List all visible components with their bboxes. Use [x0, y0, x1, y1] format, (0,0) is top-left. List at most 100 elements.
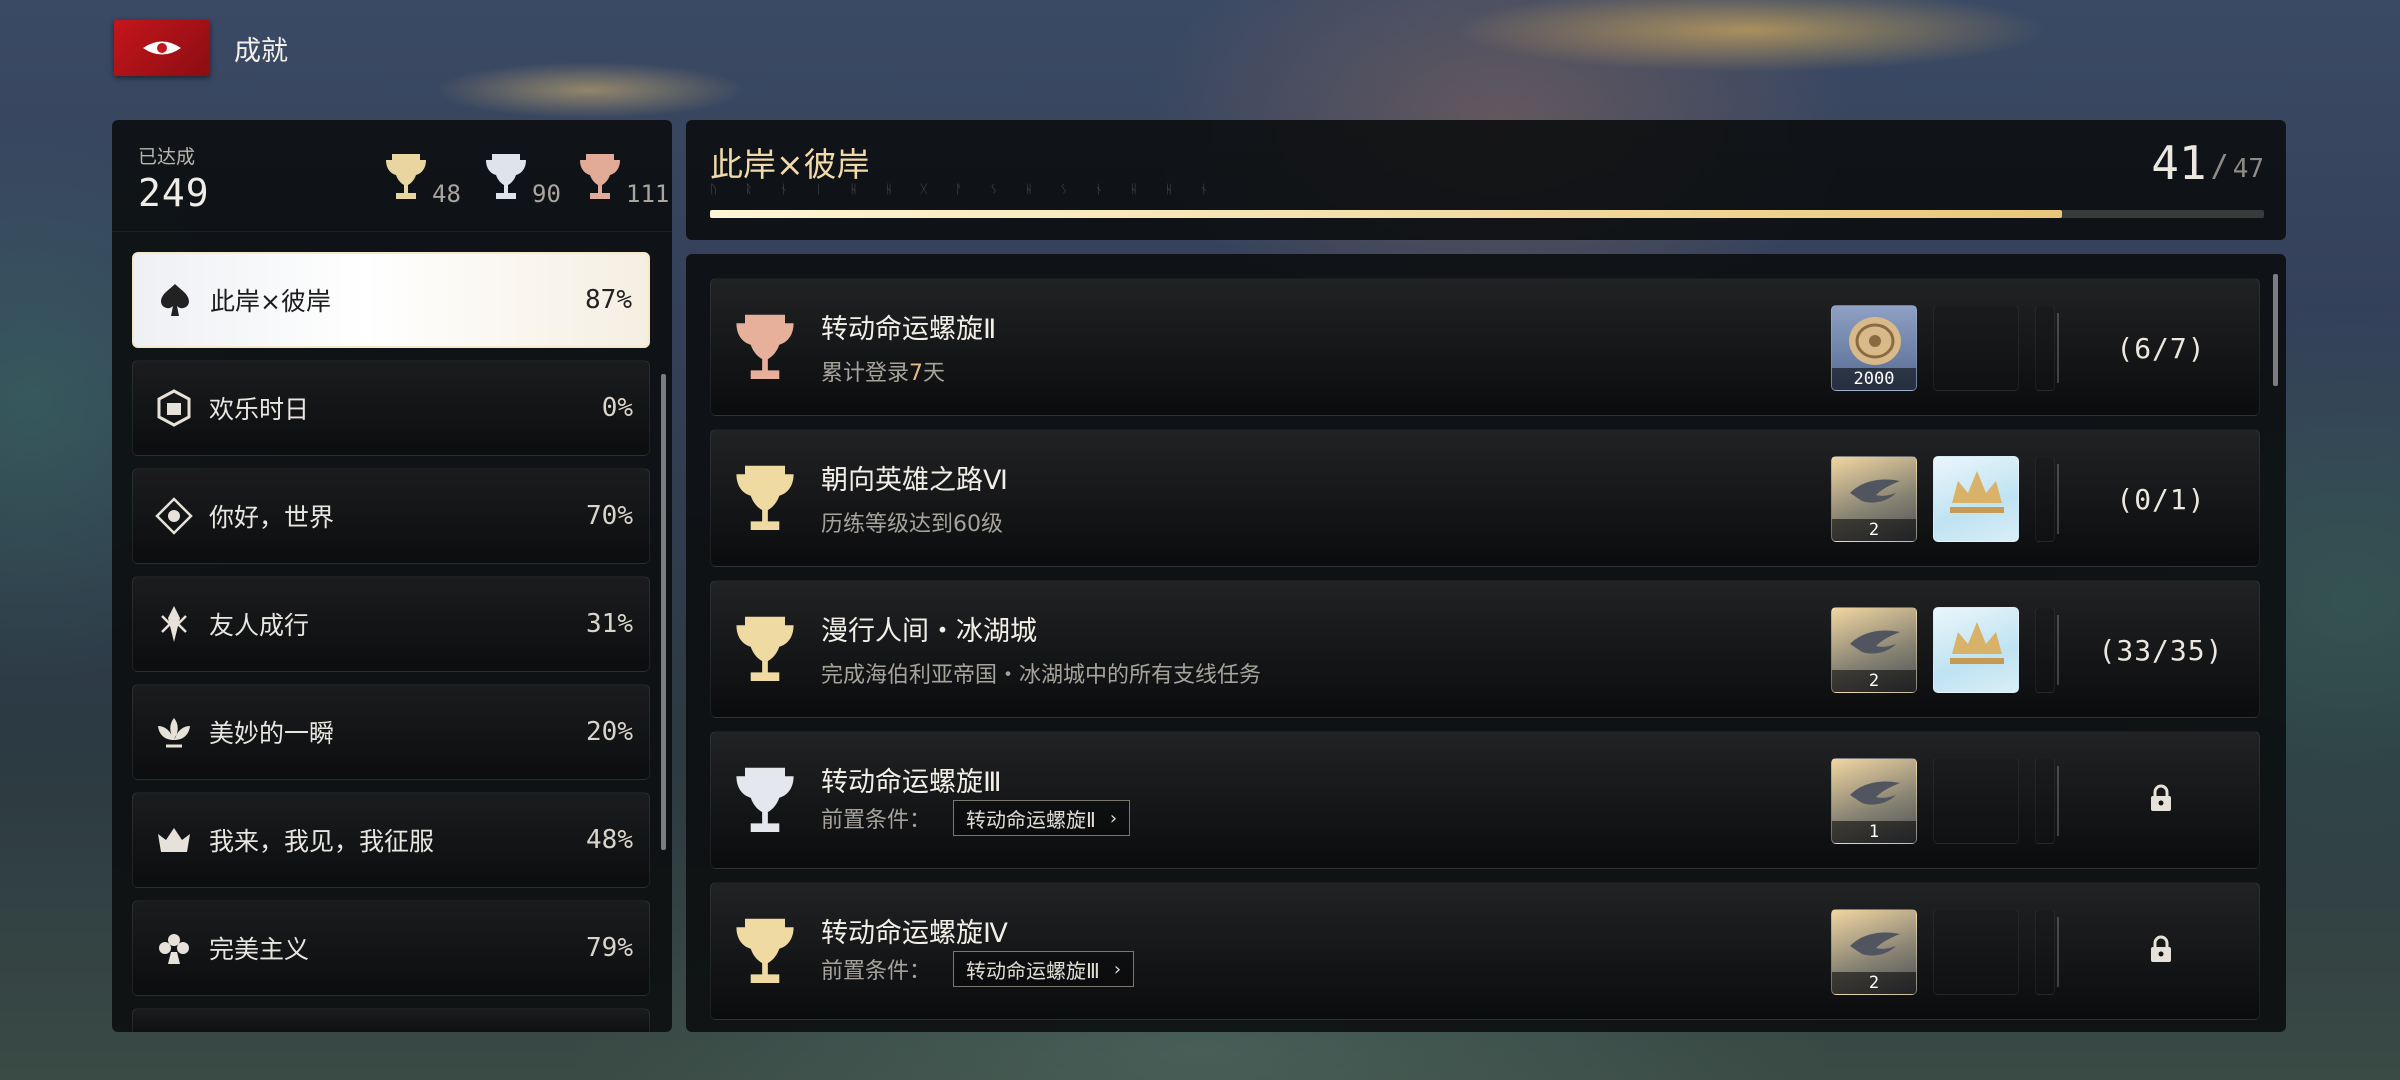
bronze-trophy-count: 111: [576, 150, 669, 210]
achievement-progress: (0/1): [2116, 482, 2206, 516]
category-percent: 0%: [601, 393, 633, 423]
achievement-name: 朝向英雄之路Ⅵ: [821, 465, 1008, 496]
reward-list: 1: [1831, 758, 2061, 844]
reward-list: 2: [1831, 456, 2061, 542]
achievement-description: 历练等级达到60级: [821, 512, 1003, 537]
divider: [2057, 313, 2059, 383]
divider: [2057, 766, 2059, 836]
divider: [2057, 917, 2059, 987]
reward-slim-slot: [2035, 909, 2055, 995]
section-title: 此岸×彼岸: [710, 145, 870, 184]
coin-icon: [1849, 317, 1901, 365]
reward-empty-slot: [1933, 909, 2019, 995]
achievement-locked: [2081, 883, 2241, 1021]
achievement-locked: [2081, 732, 2241, 870]
category-panel: 已达成 249 48 90 111 此岸×彼岸 87% 欢乐时日 0% 你好，世…: [112, 120, 672, 1032]
category-item[interactable]: 欢乐时日 0%: [132, 360, 650, 456]
diamond-eye-emblem-icon: [151, 493, 197, 539]
category-percent: 70%: [586, 501, 633, 531]
category-percent: 48%: [586, 825, 633, 855]
achievement-card[interactable]: 转动命运螺旋Ⅱ 累计登录7天 2000 (6/7): [710, 278, 2260, 416]
crown-emblem-icon: [151, 817, 197, 863]
category-name: 美妙的一瞬: [209, 719, 335, 748]
category-name: 你好，世界: [209, 503, 335, 532]
prerequisite-link-button[interactable]: 转动命运螺旋Ⅲ ›: [953, 951, 1135, 987]
achievement-progress: (6/7): [2116, 331, 2206, 365]
page-title: 成就: [234, 35, 288, 67]
category-list: 此岸×彼岸 87% 欢乐时日 0% 你好，世界 70% 友人成行 31% 美妙的…: [132, 252, 650, 1032]
reward-qty: 2: [1832, 519, 1916, 541]
category-name: 我来，我见，我征服: [209, 827, 435, 856]
reward-slim-slot: [2035, 607, 2055, 693]
category-item-partial[interactable]: [132, 1008, 650, 1032]
section-header: 此岸×彼岸 ᚢ ᚱ ᚾ ᛁ ᚺ ᚺ ᚷ ᚨ ᛊ ᚺ ᛊ ᚾ ᚺ ᚺ ᚾ 41 /…: [686, 120, 2286, 240]
achievement-description: 完成海伯利亚帝国・冰湖城中的所有支线任务: [821, 663, 1262, 688]
crown-icon: [1950, 471, 2004, 513]
category-item[interactable]: 友人成行 31%: [132, 576, 650, 672]
reward-slim-slot: [2035, 456, 2055, 542]
category-item[interactable]: 你好，世界 70%: [132, 468, 650, 564]
category-name: 此岸×彼岸: [210, 287, 331, 316]
category-name: 欢乐时日: [209, 395, 310, 424]
reward-feather[interactable]: 2: [1831, 607, 1917, 693]
gold-trophy-icon: [729, 913, 801, 993]
silver-trophy-icon: [482, 150, 530, 210]
feather-quill-icon: [1850, 932, 1900, 956]
chevron-right-icon: ›: [1109, 807, 1118, 829]
section-progress-count: 41 / 47: [2151, 136, 2264, 190]
reward-empty-slot: [1933, 305, 2019, 391]
gold-trophy-icon: [729, 460, 801, 540]
chevron-right-icon: ›: [1113, 958, 1122, 980]
silver-trophy-icon: [729, 762, 801, 842]
achievement-name: 转动命运螺旋Ⅲ: [821, 767, 1002, 798]
achievement-card[interactable]: 转动命运螺旋Ⅲ 前置条件： 转动命运螺旋Ⅱ › 1: [710, 731, 2260, 869]
reward-list: 2: [1831, 909, 2061, 995]
lock-icon: [2148, 783, 2174, 820]
reward-slim-slot: [2035, 305, 2055, 391]
flower-emblem-icon: [151, 925, 197, 971]
prerequisite-link-button[interactable]: 转动命运螺旋Ⅱ ›: [953, 800, 1131, 836]
category-name: 完美主义: [209, 935, 310, 964]
reward-list: 2: [1831, 607, 2061, 693]
category-percent: 20%: [586, 717, 633, 747]
category-item[interactable]: 完美主义 79%: [132, 900, 650, 996]
prerequisite: 前置条件： 转动命运螺旋Ⅲ ›: [821, 951, 1135, 987]
achievement-scrollbar[interactable]: [2273, 274, 2278, 386]
reward-feather[interactable]: 1: [1831, 758, 1917, 844]
category-item-active[interactable]: 此岸×彼岸 87%: [132, 252, 650, 348]
red-flag-emblem-icon[interactable]: [114, 20, 210, 76]
achievement-card[interactable]: 漫行人间・冰湖城 完成海伯利亚帝国・冰湖城中的所有支线任务 2 (33/35): [710, 580, 2260, 718]
reward-qty: 2000: [1832, 368, 1916, 390]
feather-quill-icon: [1850, 479, 1900, 503]
category-item[interactable]: 美妙的一瞬 20%: [132, 684, 650, 780]
achievement-card[interactable]: 朝向英雄之路Ⅵ 历练等级达到60级 2 (0/1): [710, 429, 2260, 567]
prerequisite-label: 前置条件：: [821, 959, 932, 984]
reward-qty: 2: [1832, 972, 1916, 994]
reward-crown[interactable]: [1933, 456, 2019, 542]
achievement-summary: 已达成 249 48 90 111: [112, 120, 672, 232]
reward-qty: 1: [1832, 821, 1916, 843]
blade-emblem-icon: [151, 601, 197, 647]
reward-qty: 2: [1832, 670, 1916, 692]
reward-list: 2000: [1831, 305, 2061, 391]
reward-coin[interactable]: 2000: [1831, 305, 1917, 391]
gold-trophy-icon: [729, 611, 801, 691]
prerequisite: 前置条件： 转动命运螺旋Ⅱ ›: [821, 800, 1131, 836]
prerequisite-label: 前置条件：: [821, 808, 932, 833]
achievement-name: 漫行人间・冰湖城: [821, 616, 1037, 647]
category-percent: 79%: [586, 933, 633, 963]
category-scrollbar[interactable]: [661, 374, 666, 850]
reward-crown[interactable]: [1933, 607, 2019, 693]
category-percent: 87%: [585, 285, 632, 315]
silver-trophy-count: 90: [482, 150, 561, 210]
achievement-name: 转动命运螺旋Ⅳ: [821, 918, 1008, 949]
category-item[interactable]: 我来，我见，我征服 48%: [132, 792, 650, 888]
section-progress-fill: [710, 210, 2062, 218]
feather-quill-icon: [1850, 630, 1900, 654]
reward-feather[interactable]: 2: [1831, 909, 1917, 995]
feather-quill-icon: [1850, 781, 1900, 805]
lotus-emblem-icon: [151, 709, 197, 755]
section-decor-text: ᚢ ᚱ ᚾ ᛁ ᚺ ᚺ ᚷ ᚨ ᛊ ᚺ ᛊ ᚾ ᚺ ᚺ ᚾ: [710, 182, 1220, 196]
reward-feather[interactable]: 2: [1831, 456, 1917, 542]
achievement-card[interactable]: 转动命运螺旋Ⅳ 前置条件： 转动命运螺旋Ⅲ › 2: [710, 882, 2260, 1020]
